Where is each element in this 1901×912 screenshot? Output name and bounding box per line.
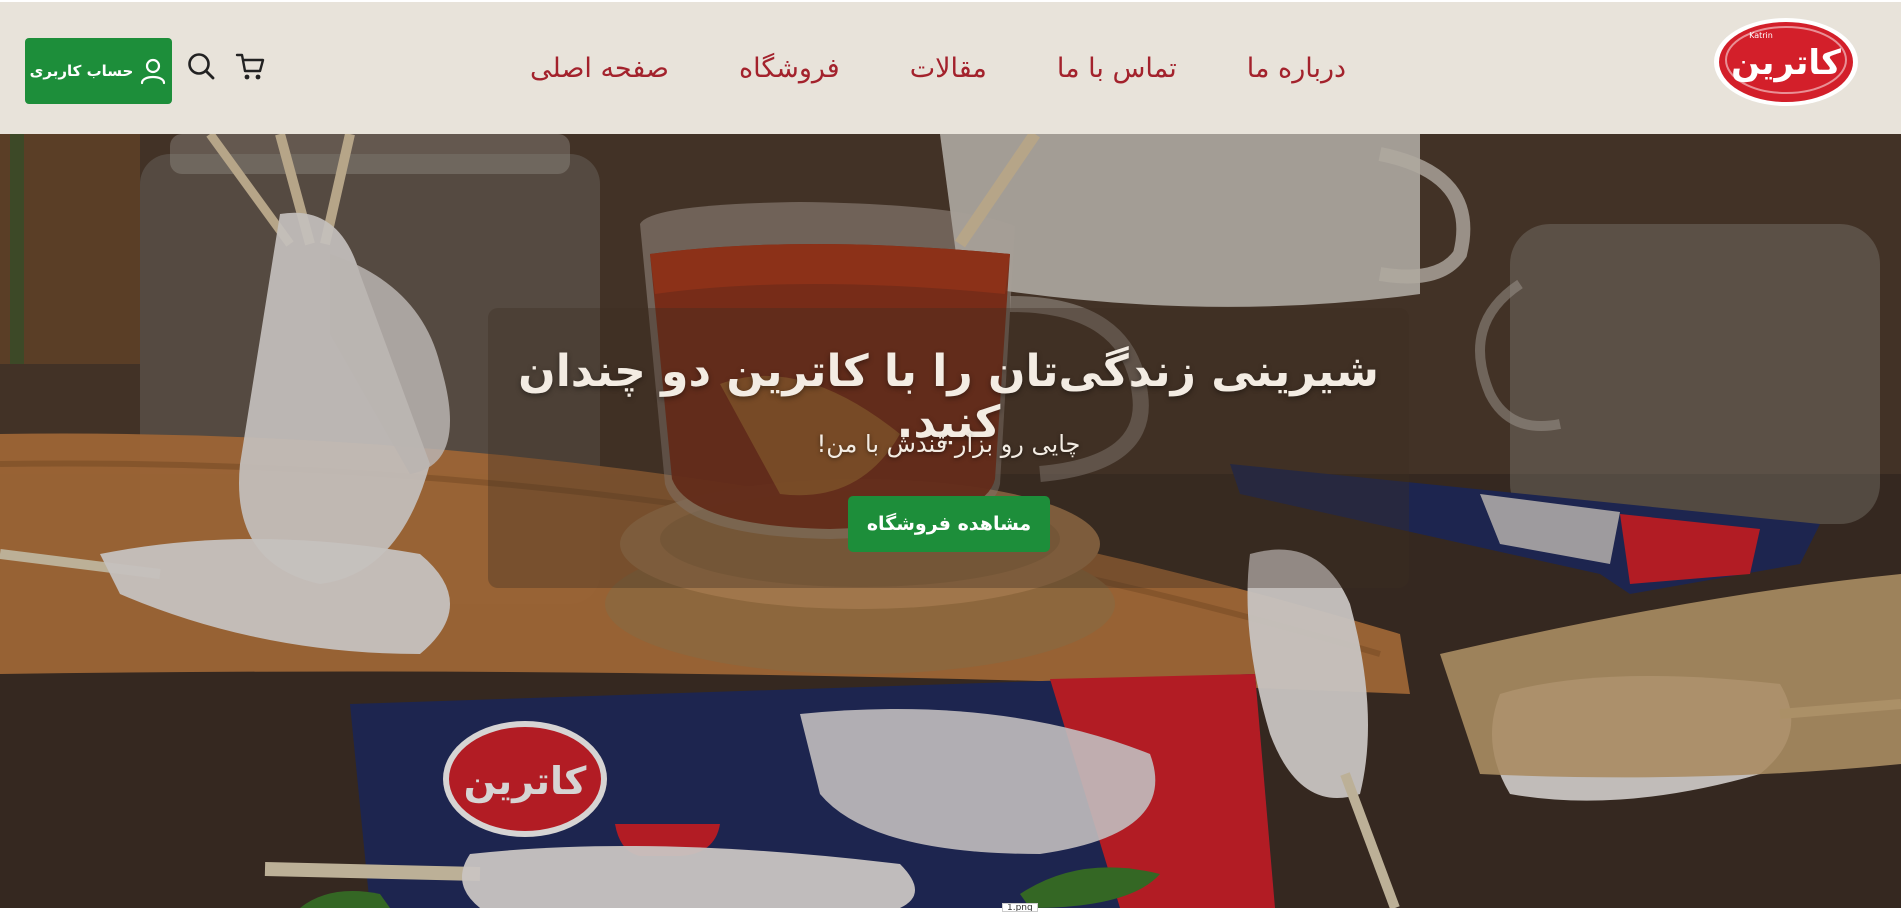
logo-subtext: Katrin [1749, 31, 1773, 40]
logo-text: کاترین [1731, 43, 1841, 83]
nav-home[interactable]: صفحه اصلی [530, 53, 669, 84]
nav-contact[interactable]: تماس با ما [1057, 53, 1177, 84]
search-icon[interactable] [185, 50, 217, 82]
brand-logo[interactable]: کاترین Katrin [1713, 16, 1859, 108]
hero-subtitle: چایی رو بزار قندش با من! [816, 430, 1081, 458]
hero-banner: کاترین شیرینی زندگی‌تان را با کاترین دو … [0, 134, 1901, 908]
nav-shop[interactable]: فروشگاه [739, 53, 840, 84]
site-header: کاترین Katrin صفحه اصلی فروشگاه مقالات ت… [0, 2, 1901, 134]
nav-about[interactable]: درباره ما [1247, 53, 1346, 84]
cart-icon[interactable] [234, 50, 266, 82]
main-nav: صفحه اصلی فروشگاه مقالات تماس با ما دربا… [530, 2, 1370, 134]
user-icon [141, 58, 166, 85]
nav-articles[interactable]: مقالات [910, 53, 987, 84]
image-caption: 1.png [1002, 903, 1038, 912]
view-shop-button[interactable]: مشاهده فروشگاه [848, 496, 1050, 552]
account-button[interactable]: حساب کاربری [25, 38, 172, 104]
brand-logo-graphic: کاترین Katrin [1714, 18, 1858, 106]
account-button-label: حساب کاربری [29, 62, 134, 80]
